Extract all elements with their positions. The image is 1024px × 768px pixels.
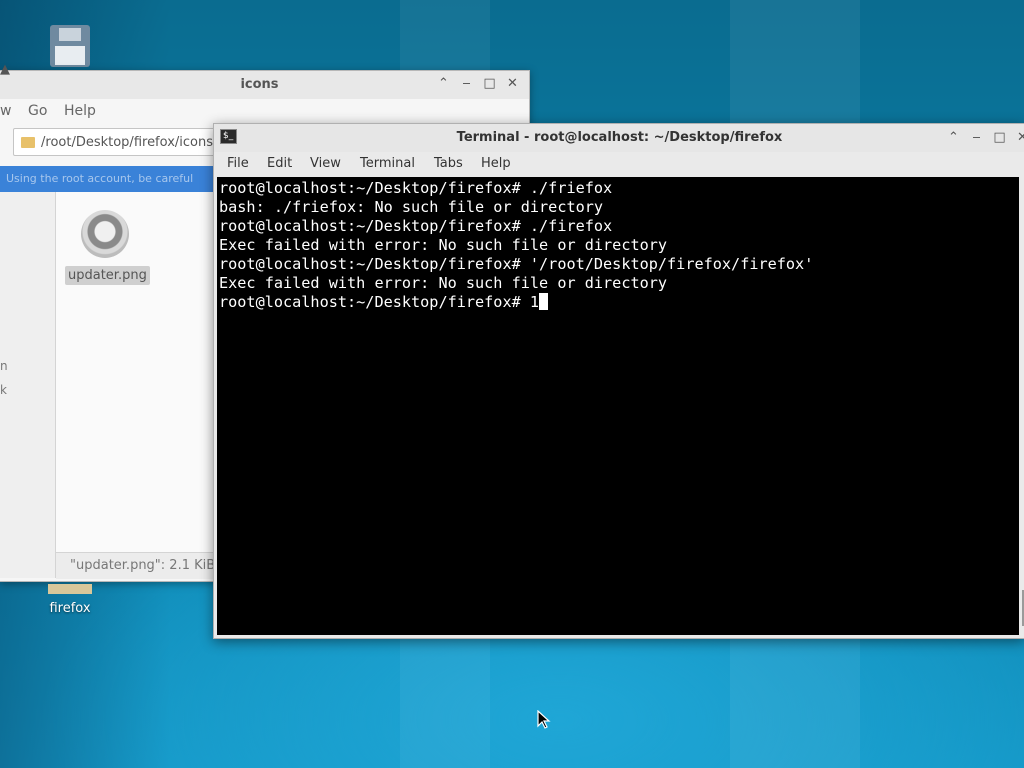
root-warning-bar: Using the root account, be careful	[0, 166, 218, 192]
file-manager-titlebar[interactable]: icons ⌃ ‒ □ ✕	[0, 71, 529, 99]
menu-item-help[interactable]: Help	[64, 103, 96, 119]
terminal-menubar: File Edit View Terminal Tabs Help	[214, 152, 1024, 176]
command-input: 1	[529, 293, 540, 311]
floppy-shutter	[59, 28, 81, 41]
menu-item-view[interactable]: w	[0, 103, 11, 119]
menu-item-terminal[interactable]: Terminal	[360, 156, 415, 171]
menu-item-view[interactable]: View	[310, 156, 341, 171]
folder-icon	[21, 136, 35, 148]
menu-item-edit[interactable]: Edit	[267, 156, 292, 171]
floppy-label	[55, 46, 85, 65]
file-view: updater.png	[56, 192, 216, 552]
file-manager-menubar: w Go Help	[0, 99, 529, 125]
menu-item-help[interactable]: Help	[481, 156, 511, 171]
terminal-window: $_ Terminal - root@localhost: ~/Desktop/…	[213, 123, 1024, 639]
minimize-button[interactable]: ‒	[968, 129, 985, 146]
status-bar: "updater.png": 2.1 KiB (2,178 bytes) PNG…	[56, 552, 230, 579]
terminal-line: bash: ./friefox: No such file or directo…	[219, 198, 604, 216]
minimize-button[interactable]: ‒	[458, 75, 475, 92]
close-button[interactable]: ✕	[504, 75, 521, 92]
location-path: /root/Desktop/firefox/icons/	[41, 134, 215, 150]
shade-button[interactable]: ⌃	[945, 129, 962, 146]
menu-item-tabs[interactable]: Tabs	[434, 156, 463, 171]
terminal-line: Exec failed with error: No such file or …	[219, 274, 668, 292]
file-name-label[interactable]: updater.png	[65, 266, 150, 285]
terminal-titlebar[interactable]: $_ Terminal - root@localhost: ~/Desktop/…	[214, 124, 1024, 152]
maximize-button[interactable]: □	[481, 75, 498, 92]
location-bar[interactable]: /root/Desktop/firefox/icons/	[13, 128, 215, 156]
prompt: root@localhost:~/Desktop/firefox#	[219, 293, 530, 311]
close-button[interactable]: ✕	[1014, 129, 1024, 146]
menu-item-go[interactable]: Go	[28, 103, 47, 119]
shade-button[interactable]: ⌃	[435, 75, 452, 92]
up-arrow-icon[interactable]: ▲	[0, 62, 10, 80]
floppy-disk-icon[interactable]	[50, 25, 90, 67]
folder-icon[interactable]	[48, 584, 92, 594]
terminal-line: root@localhost:~/Desktop/firefox# '/root…	[219, 255, 814, 273]
sidebar: n k	[0, 192, 56, 578]
terminal-line: root@localhost:~/Desktop/firefox# ./fire…	[219, 217, 613, 235]
terminal-output[interactable]: root@localhost:~/Desktop/firefox# ./frie…	[217, 177, 1019, 635]
terminal-prompt-line: root@localhost:~/Desktop/firefox# 1	[219, 293, 1019, 312]
updater-icon[interactable]	[81, 210, 129, 258]
desktop-icon-label[interactable]: firefox	[35, 601, 105, 616]
terminal-line: Exec failed with error: No such file or …	[219, 236, 668, 254]
window-title: Terminal - root@localhost: ~/Desktop/fir…	[456, 130, 783, 145]
menu-item-file[interactable]: File	[227, 156, 249, 171]
maximize-button[interactable]: □	[991, 129, 1008, 146]
mouse-pointer-icon	[537, 710, 551, 729]
sidebar-item-fragment[interactable]: n	[0, 359, 8, 373]
sidebar-item-fragment[interactable]: k	[0, 383, 7, 397]
terminal-line: root@localhost:~/Desktop/firefox# ./frie…	[219, 179, 613, 197]
text-cursor	[539, 293, 549, 310]
